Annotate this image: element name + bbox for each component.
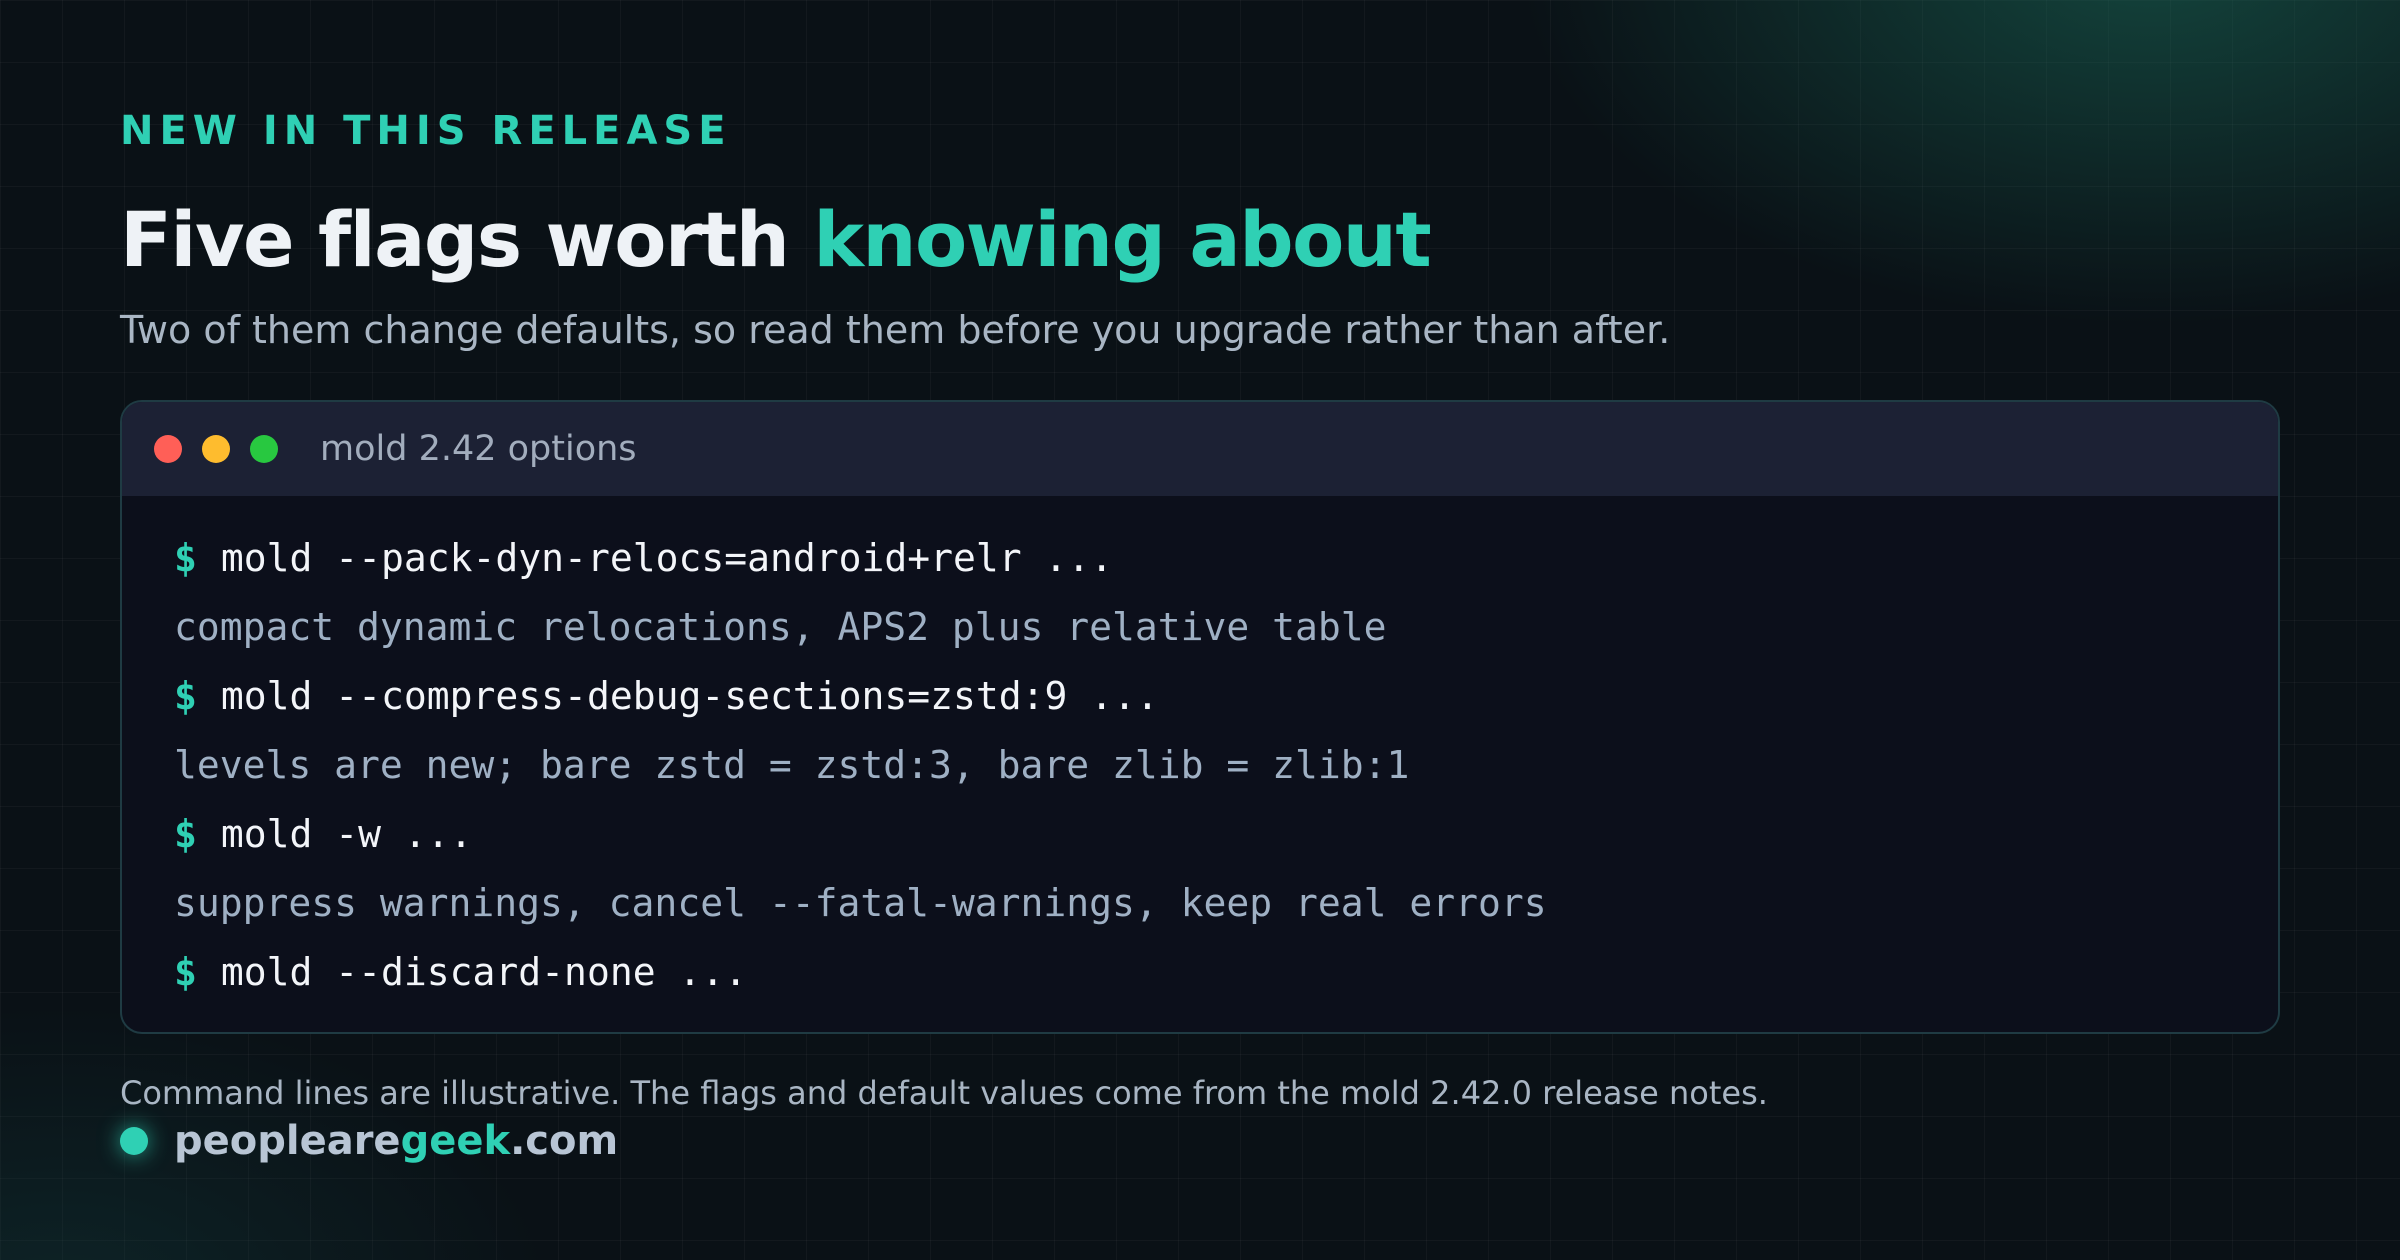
- command-text: mold -w ...: [220, 812, 473, 856]
- close-window-icon: [154, 435, 182, 463]
- page-title: Five flags worth knowing about: [120, 195, 1432, 284]
- brand-link[interactable]: peoplearegeek.com: [120, 1118, 618, 1164]
- title-plain: Five flags worth: [120, 195, 814, 284]
- footnote: Command lines are illustrative. The flag…: [120, 1074, 1768, 1112]
- maximize-window-icon: [250, 435, 278, 463]
- brand-name-end: .com: [510, 1118, 619, 1164]
- command-line: $ mold --pack-dyn-relocs=android+relr ...: [174, 524, 2278, 593]
- command-description: levels are new; bare zstd = zstd:3, bare…: [174, 743, 1410, 787]
- brand-name-start: peopleare: [174, 1118, 401, 1164]
- command-description: suppress warnings, cancel --fatal-warnin…: [174, 881, 1547, 925]
- title-accent: knowing about: [813, 195, 1431, 284]
- prompt-symbol: $: [174, 950, 197, 994]
- command-line: $ mold -w ...: [174, 800, 2278, 869]
- terminal-window: mold 2.42 options $ mold --pack-dyn-reloc…: [120, 400, 2280, 1034]
- prompt-symbol: $: [174, 674, 197, 718]
- eyebrow-label: NEW IN THIS RELEASE: [120, 108, 732, 154]
- command-text: mold --compress-debug-sections=zstd:9 ..…: [220, 674, 1159, 718]
- command-text: mold --pack-dyn-relocs=android+relr ...: [220, 536, 1114, 580]
- subtitle: Two of them change defaults, so read the…: [120, 308, 1671, 352]
- brand-name: peoplearegeek.com: [174, 1118, 618, 1164]
- command-text: mold --discard-none ...: [220, 950, 748, 994]
- minimize-window-icon: [202, 435, 230, 463]
- prompt-symbol: $: [174, 812, 197, 856]
- command-line: $ mold --compress-debug-sections=zstd:9 .…: [174, 662, 2278, 731]
- terminal-titlebar: mold 2.42 options: [122, 402, 2278, 496]
- command-line: $ mold --discard-none ...: [174, 938, 2278, 1007]
- brand-name-highlight: geek: [400, 1118, 511, 1164]
- brand-dot-icon: [120, 1127, 148, 1155]
- terminal-body: $ mold --pack-dyn-relocs=android+relr ...…: [122, 496, 2278, 1007]
- terminal-title: mold 2.42 options: [320, 429, 637, 469]
- prompt-symbol: $: [174, 536, 197, 580]
- command-description: compact dynamic relocations, APS2 plus r…: [174, 605, 1387, 649]
